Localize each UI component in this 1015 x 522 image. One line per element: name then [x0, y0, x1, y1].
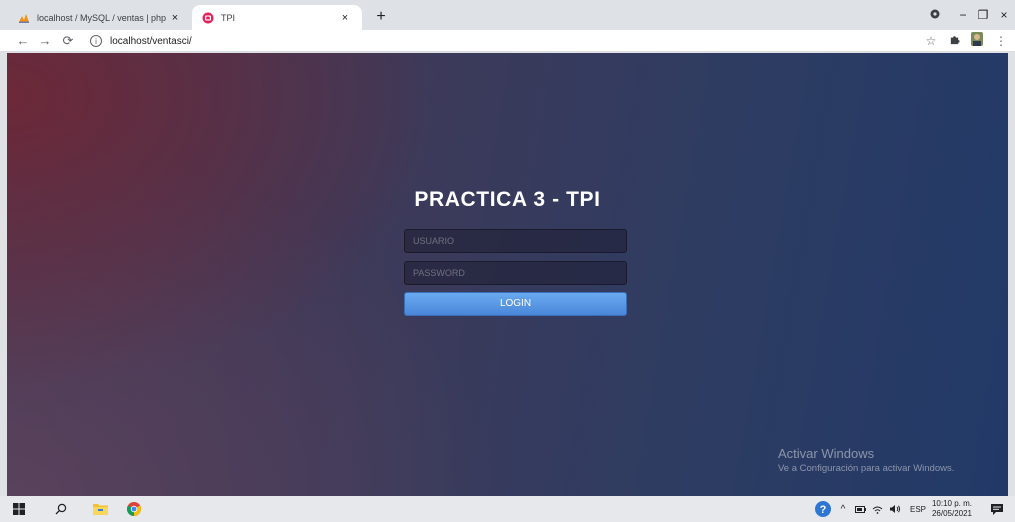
- magnifier-icon: [55, 503, 67, 515]
- speaker-icon[interactable]: [887, 500, 903, 518]
- forward-arrow-icon[interactable]: →: [36, 32, 54, 50]
- avatar[interactable]: [968, 32, 986, 50]
- page-viewport: PRACTICA 3 - TPI LOGIN Activar Windows V…: [7, 53, 1008, 496]
- tpi-favicon-icon: [202, 12, 214, 23]
- svg-text:?: ?: [820, 504, 827, 516]
- chevron-up-icon[interactable]: ^: [836, 500, 850, 518]
- minimize-button[interactable]: −: [952, 6, 974, 24]
- clock-time: 10:10 p. m.: [931, 499, 973, 508]
- phpmyadmin-icon: [19, 13, 29, 23]
- browser-toolbar: ← → ⟳ i localhost/ventasci/ ☆ ⋮: [0, 30, 1015, 52]
- search-icon[interactable]: [52, 500, 70, 518]
- extensions-icon[interactable]: [945, 32, 963, 50]
- maximize-button[interactable]: ❐: [972, 6, 994, 24]
- notification-icon[interactable]: [988, 500, 1006, 518]
- browser-tab-strip: localhost / MySQL / ventas | php × TPI ×…: [0, 0, 1015, 30]
- record-icon: [930, 9, 940, 19]
- watermark-title: Activar Windows: [778, 446, 875, 461]
- folder-icon: [92, 504, 108, 515]
- tab-title: TPI: [221, 12, 236, 23]
- url-text: localhost/ventasci/: [110, 35, 192, 47]
- login-button[interactable]: LOGIN: [404, 292, 627, 316]
- puzzle-icon: [950, 36, 960, 45]
- bookmark-star-icon[interactable]: ☆: [922, 32, 940, 50]
- windows-logo-icon: [13, 503, 25, 515]
- info-icon[interactable]: i: [90, 35, 102, 47]
- watermark-subtitle: Ve a Configuración para activar Windows.: [778, 463, 955, 474]
- new-tab-button[interactable]: +: [371, 7, 391, 27]
- reload-icon[interactable]: ⟳: [59, 32, 77, 50]
- windows-activation-watermark: Activar Windows Ve a Configuración para …: [778, 446, 954, 474]
- user-avatar-icon: [971, 32, 983, 46]
- tab-phpmyadmin[interactable]: localhost / MySQL / ventas | php ×: [8, 5, 192, 30]
- menu-kebab-icon[interactable]: ⋮: [992, 32, 1010, 50]
- password-input[interactable]: [404, 261, 627, 285]
- wifi-icon[interactable]: [870, 500, 884, 518]
- battery-icon[interactable]: [853, 500, 867, 518]
- address-bar[interactable]: i localhost/ventasci/: [90, 32, 890, 50]
- language-indicator[interactable]: ESP: [910, 496, 926, 522]
- close-icon[interactable]: ×: [168, 12, 182, 24]
- clock-date: 26/05/2021: [931, 509, 973, 518]
- windows-start-icon[interactable]: [10, 500, 28, 518]
- username-input[interactable]: [404, 229, 627, 253]
- back-arrow-icon[interactable]: ←: [14, 32, 32, 50]
- chrome-icon[interactable]: [124, 500, 144, 518]
- help-icon[interactable]: ?: [814, 500, 832, 518]
- file-explorer-icon[interactable]: [90, 500, 110, 518]
- windows-taskbar: ? ^ ESP 10:10 p. m. 26/05/2021: [0, 496, 1015, 522]
- speech-bubble-icon: [991, 503, 1003, 515]
- battery-shape-icon: [854, 505, 866, 513]
- taskbar-clock[interactable]: 10:10 p. m. 26/05/2021: [930, 499, 974, 519]
- close-icon[interactable]: ×: [338, 12, 352, 24]
- question-circle-icon: ?: [815, 501, 831, 517]
- close-window-button[interactable]: ×: [993, 6, 1015, 24]
- page-title: PRACTICA 3 - TPI: [414, 188, 601, 211]
- volume-icon: [890, 505, 901, 513]
- tab-tpi[interactable]: TPI ×: [192, 5, 362, 30]
- tab-title: localhost / MySQL / ventas | php: [37, 12, 167, 23]
- profile-icon[interactable]: [924, 6, 946, 24]
- wifi-shape-icon: [872, 506, 882, 514]
- chrome-logo-icon: [127, 502, 141, 516]
